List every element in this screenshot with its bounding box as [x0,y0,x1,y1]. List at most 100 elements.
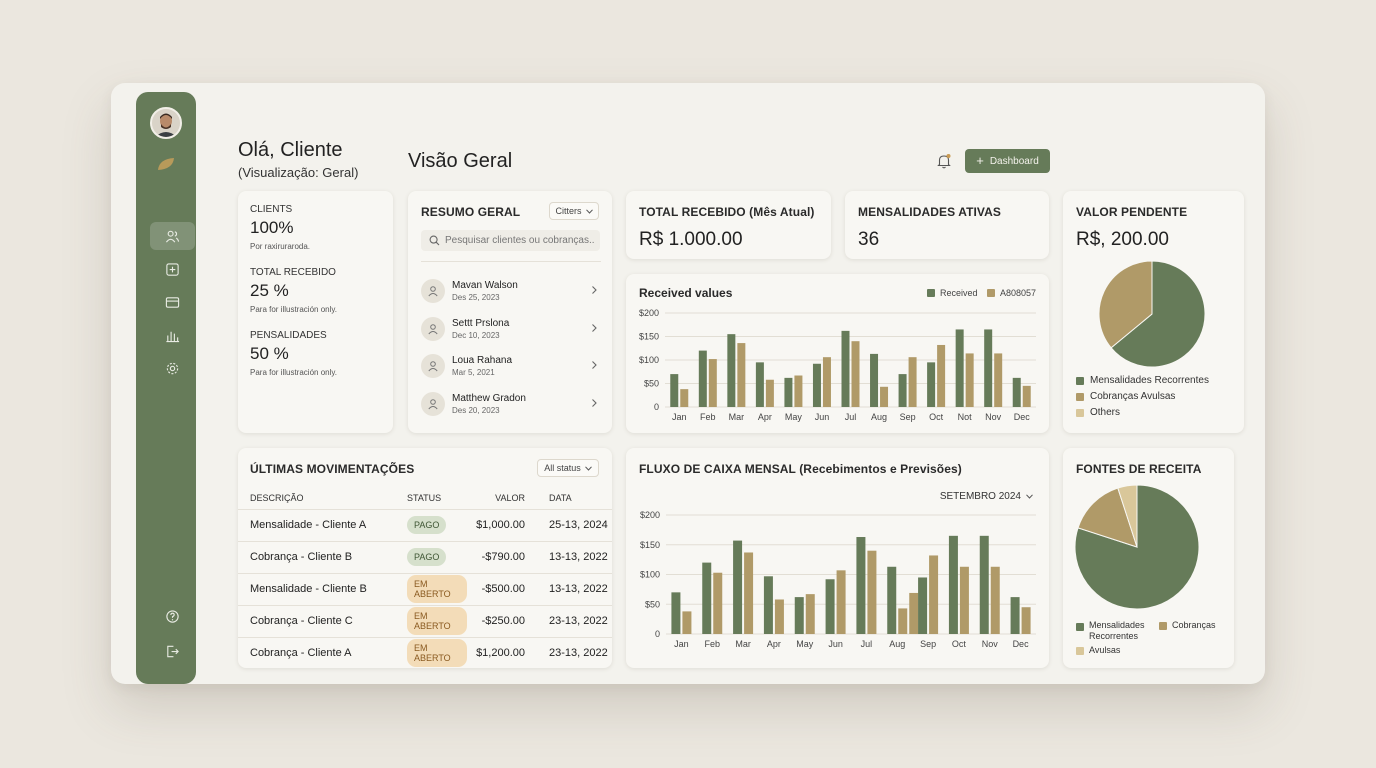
sidebar [136,92,196,684]
x-tick-label: Sep [900,412,916,422]
bar [733,540,743,634]
client-list-item[interactable]: Matthew Gradon Des 20, 2023 [421,389,601,419]
sidebar-item-logout[interactable] [150,637,195,665]
bar [794,375,803,407]
sidebar-item-settings[interactable] [150,354,195,382]
x-tick-label: Jul [845,412,857,422]
client-list-item[interactable]: Mavan Walson Des 25, 2023 [421,276,601,306]
bar [727,334,736,407]
bar [929,555,939,634]
x-tick-label: Mar [729,412,745,422]
client-date: Des 20, 2023 [452,405,500,415]
bar [984,329,993,407]
legend-item: Cobranças Avulsas [1076,391,1209,402]
stat-pensalidades: PENSALIDADES 50 % Para for illustración … [250,330,381,377]
resumo-card: RESUMO GERAL Citters Mavan Walson Des 25,… [408,191,612,433]
sidebar-item-help[interactable] [150,602,195,630]
legend-swatch [1076,623,1084,631]
legend-item: Cobranças [1159,620,1216,630]
row-description: Mensalidade - Cliente B [238,572,395,605]
client-name: Matthew Gradon [452,392,526,404]
bar [774,599,784,634]
notifications-bell-icon[interactable] [935,152,953,170]
client-info: Loua Rahana Mar 5, 2021 [452,355,512,377]
chevron-down-icon [585,208,593,214]
row-data: 13-13, 2022 [537,540,612,573]
y-tick-label: $150 [639,332,659,342]
brand-leaf-icon [155,153,177,175]
divider [421,261,601,262]
chevron-right-icon [592,323,597,332]
client-date: Dec 10, 2023 [452,330,500,340]
client-name: Settt Prslona [452,317,510,329]
user-icon [421,279,445,303]
row-description: Mensalidade - Cliente A [238,508,395,541]
y-tick-label: $50 [644,379,659,389]
y-tick-label: 0 [654,402,659,412]
bar [870,353,879,407]
sidebar-item-reports[interactable] [150,321,195,349]
legend-swatch [1076,647,1084,655]
row-valor: $1,200.00 [467,636,537,669]
client-info: Mavan Walson Des 25, 2023 [452,280,518,302]
dashboard-button[interactable]: + Dashboard [965,149,1050,173]
avatar[interactable] [150,107,182,139]
row-description: Cobrança - Cliente C [238,604,395,637]
row-status: PAGO [395,540,467,573]
status-filter-select[interactable]: All status [537,459,599,477]
status-badge: PAGO [407,548,447,566]
total-recebido-value: R$ 1.000.00 [639,229,743,250]
gear-icon [166,362,179,374]
bar [959,566,969,634]
legend-swatch [1076,376,1084,385]
y-tick-label: $150 [640,540,660,550]
sidebar-item-add[interactable] [150,255,195,283]
bar [755,362,764,407]
bar [822,357,831,407]
search-input[interactable] [445,235,595,246]
table-row[interactable]: Cobrança - Cliente B PAGO -$790.00 13-13, 2… [238,540,612,573]
x-tick-label: Oct [952,639,967,649]
sidebar-item-payments[interactable] [150,288,195,316]
card-icon [165,296,180,308]
bar [671,592,681,634]
x-tick-label: Not [958,412,973,422]
chevron-right-icon [592,361,597,369]
bar [948,535,958,634]
bar [994,353,1003,407]
bar [744,552,754,634]
bar [702,562,712,634]
row-status: PAGO [395,508,467,541]
user-icon [421,391,445,416]
table-row[interactable]: Cobrança - Cliente C EM ABERTO -$250.00 23-… [238,604,612,637]
sidebar-item-users[interactable] [150,222,195,250]
row-data: 23-13, 2022 [537,636,612,669]
total-recebido-title: TOTAL RECEBIDO (Mês Atual) [639,205,815,219]
x-tick-label: Dec [1013,639,1030,649]
row-status: EM ABERTO [395,604,467,637]
client-list-item[interactable]: Loua Rahana Mar 5, 2021 [421,351,601,381]
greeting-title: Olá, Cliente [238,139,343,161]
bar [737,343,746,407]
legend-label: Avulsas [1089,645,1121,655]
help-icon [166,609,179,623]
resumo-filter-select[interactable]: Citters [549,202,599,220]
user-icon [421,354,445,378]
legend-swatch [927,289,935,297]
client-list-item[interactable]: Settt Prslona Dec 10, 2023 [421,314,601,344]
table-row[interactable]: Mensalidade - Cliente A PAGO $1,000.00 25-1… [238,508,612,541]
greeting: Olá, Cliente (Visualização: Geral) [238,139,358,180]
bar-chart-icon [166,331,180,342]
bar [763,576,773,634]
chevron-down-icon [584,465,592,471]
x-tick-label: Feb [700,412,716,422]
bar [765,379,774,407]
x-tick-label: Apr [767,639,781,649]
row-description: Cobrança - Cliente A [238,636,395,669]
table-row[interactable]: Mensalidade - Cliente B EM ABERTO -$500.00… [238,572,612,605]
search-box [421,230,600,251]
fontes-receita-pie [1075,485,1200,610]
client-name: Mavan Walson [452,280,518,291]
legend-swatch [1076,408,1084,417]
table-row[interactable]: Cobrança - Cliente A EM ABERTO $1,200.00 23… [238,636,612,669]
